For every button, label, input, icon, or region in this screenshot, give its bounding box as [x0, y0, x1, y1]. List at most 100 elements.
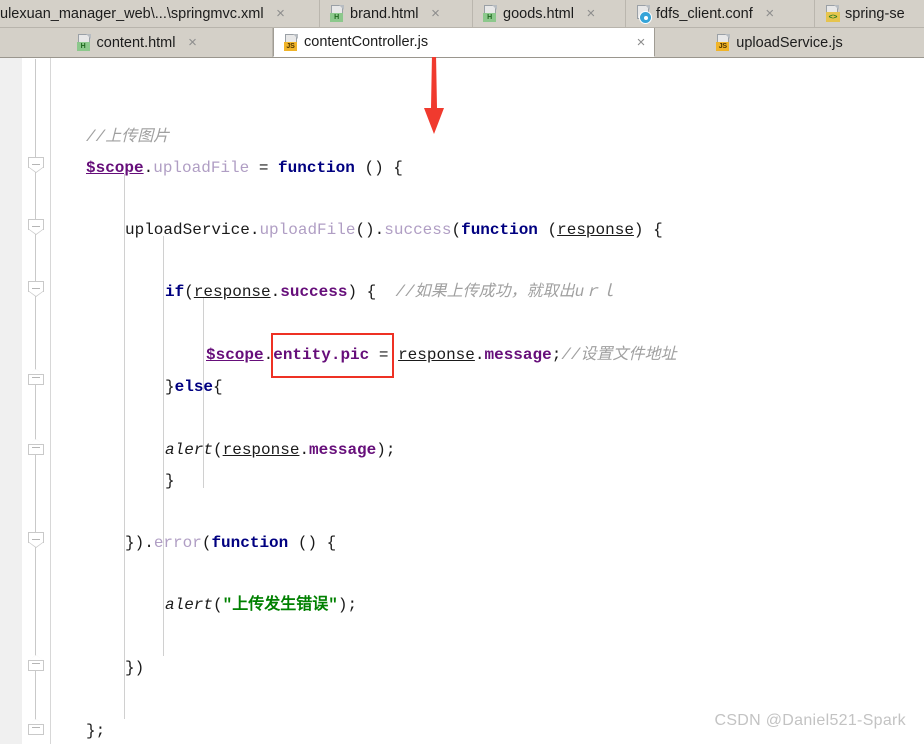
fold-connector-line [35, 233, 36, 283]
code-token: response [557, 221, 634, 239]
tab-bar-row-1: ulexuan_manager_web\...\springmvc.xml × Hb… [0, 0, 924, 28]
editor-tab[interactable]: JSuploadService.js× [655, 28, 924, 57]
editor-tab[interactable]: ulexuan_manager_web\...\springmvc.xml × [0, 0, 320, 27]
code-line: } [165, 471, 175, 491]
code-token: = [369, 346, 399, 364]
html-file-icon: H [76, 34, 92, 51]
close-icon[interactable]: × [186, 35, 200, 50]
fold-start-marker-icon[interactable] [28, 532, 44, 548]
code-token: ) { [633, 221, 663, 239]
editor-tab-label: goods.html [503, 5, 574, 22]
editor-tab-label: content.html [96, 34, 176, 51]
close-icon[interactable]: × [429, 6, 443, 21]
code-token: }; [86, 722, 106, 740]
code-token: response [398, 346, 475, 364]
fold-connector-line [35, 171, 36, 221]
editor-tab[interactable]: fdfs_client.conf × [626, 0, 815, 27]
fold-connector-line [35, 547, 36, 659]
code-token: response [222, 441, 300, 459]
code-token: { [213, 378, 223, 396]
code-token: //上传图片 [86, 128, 170, 146]
code-line: }else{ [165, 377, 223, 397]
code-token: ( [213, 596, 223, 614]
fold-connector-line [35, 671, 36, 723]
fold-start-marker-icon[interactable] [28, 157, 44, 173]
code-folding-rail [22, 58, 50, 744]
code-line: $scope.uploadFile = function () { [86, 158, 403, 178]
code-token: ( [201, 534, 212, 552]
code-token: uploadService [125, 221, 250, 239]
code-token: uploadFile [153, 159, 250, 177]
code-content-area[interactable]: //上传图片 $scope.uploadFile = function () {u… [50, 58, 924, 744]
code-token: uploadFile [259, 221, 356, 239]
code-token: function [461, 221, 538, 239]
code-line: $scope.entity.pic = response.message;//设… [206, 345, 677, 365]
code-token: . [330, 346, 341, 364]
js-file-icon: JS [284, 33, 299, 51]
code-token: response [193, 283, 271, 301]
code-line: uploadService.uploadFile().success(funct… [125, 220, 663, 240]
fold-connector-line [35, 385, 36, 443]
code-token: ) { [347, 283, 396, 301]
code-token: = [249, 159, 279, 177]
code-token: success [280, 283, 348, 301]
indent-guide [124, 174, 125, 719]
code-token: () { [288, 534, 337, 552]
editor-tab[interactable]: <>spring-se× [815, 0, 924, 27]
code-token: function [211, 534, 289, 552]
close-icon[interactable]: × [634, 35, 648, 50]
code-token: if [165, 283, 185, 301]
close-icon[interactable]: × [274, 6, 288, 21]
editor-tab[interactable]: JS contentController.js × [273, 28, 655, 57]
code-token: error [153, 534, 202, 552]
fold-start-marker-icon[interactable] [28, 281, 44, 297]
code-line: if(response.success) { //如果上传成功，就取出uｒｌ [165, 282, 616, 302]
close-icon[interactable]: × [763, 6, 777, 21]
code-token: entity [273, 346, 331, 364]
indent-guide [163, 236, 164, 656]
code-token: } [165, 472, 175, 490]
code-token: ( [213, 441, 223, 459]
fold-connector-line [35, 295, 36, 373]
fold-end-marker-icon[interactable] [28, 439, 44, 455]
code-token: ( [451, 221, 462, 239]
code-line: }) [125, 658, 144, 678]
code-token: message [309, 441, 377, 459]
code-line: alert(response.message); [165, 440, 395, 460]
indent-guide [203, 393, 204, 488]
fold-end-marker-icon[interactable] [28, 369, 44, 385]
editor-tab-label: uploadService.js [736, 34, 843, 51]
editor-gutter [0, 58, 22, 744]
code-token: ( [184, 283, 194, 301]
code-token: . [143, 159, 154, 177]
editor-tab[interactable]: Hcontent.html × [0, 28, 273, 57]
close-icon[interactable]: × [584, 6, 598, 21]
code-token: alert [165, 596, 214, 614]
code-token: //如果上传成功，就取出uｒｌ [395, 283, 617, 301]
editor-tab-label: ulexuan_manager_web\...\springmvc.xml [0, 5, 264, 22]
code-line: //上传图片 [86, 127, 169, 147]
js-file-icon: JS [716, 34, 731, 51]
fold-end-marker-icon[interactable] [28, 719, 44, 735]
code-token: else [174, 378, 214, 396]
indent-guide [203, 298, 204, 393]
fold-connector-line [35, 455, 36, 535]
code-line: }).error(function () { [125, 533, 336, 553]
code-token: $scope [206, 346, 264, 364]
code-token: function [278, 159, 355, 177]
code-token: ); [376, 441, 396, 459]
code-line: }; [86, 721, 105, 741]
fold-start-marker-icon[interactable] [28, 219, 44, 235]
code-line: alert("上传发生错误"); [165, 595, 357, 615]
code-token: //设置文件地址 [561, 346, 677, 364]
editor-tab-label: spring-se [845, 5, 905, 22]
fold-end-marker-icon[interactable] [28, 655, 44, 671]
editor-tab[interactable]: Hgoods.html × [473, 0, 626, 27]
code-token: alert [165, 441, 214, 459]
html-file-icon: H [483, 5, 498, 22]
code-token: }). [125, 534, 154, 552]
editor-tab[interactable]: Hbrand.html × [320, 0, 473, 27]
code-token: . [249, 221, 260, 239]
conf-file-icon [636, 5, 651, 23]
code-token: . [299, 441, 310, 459]
